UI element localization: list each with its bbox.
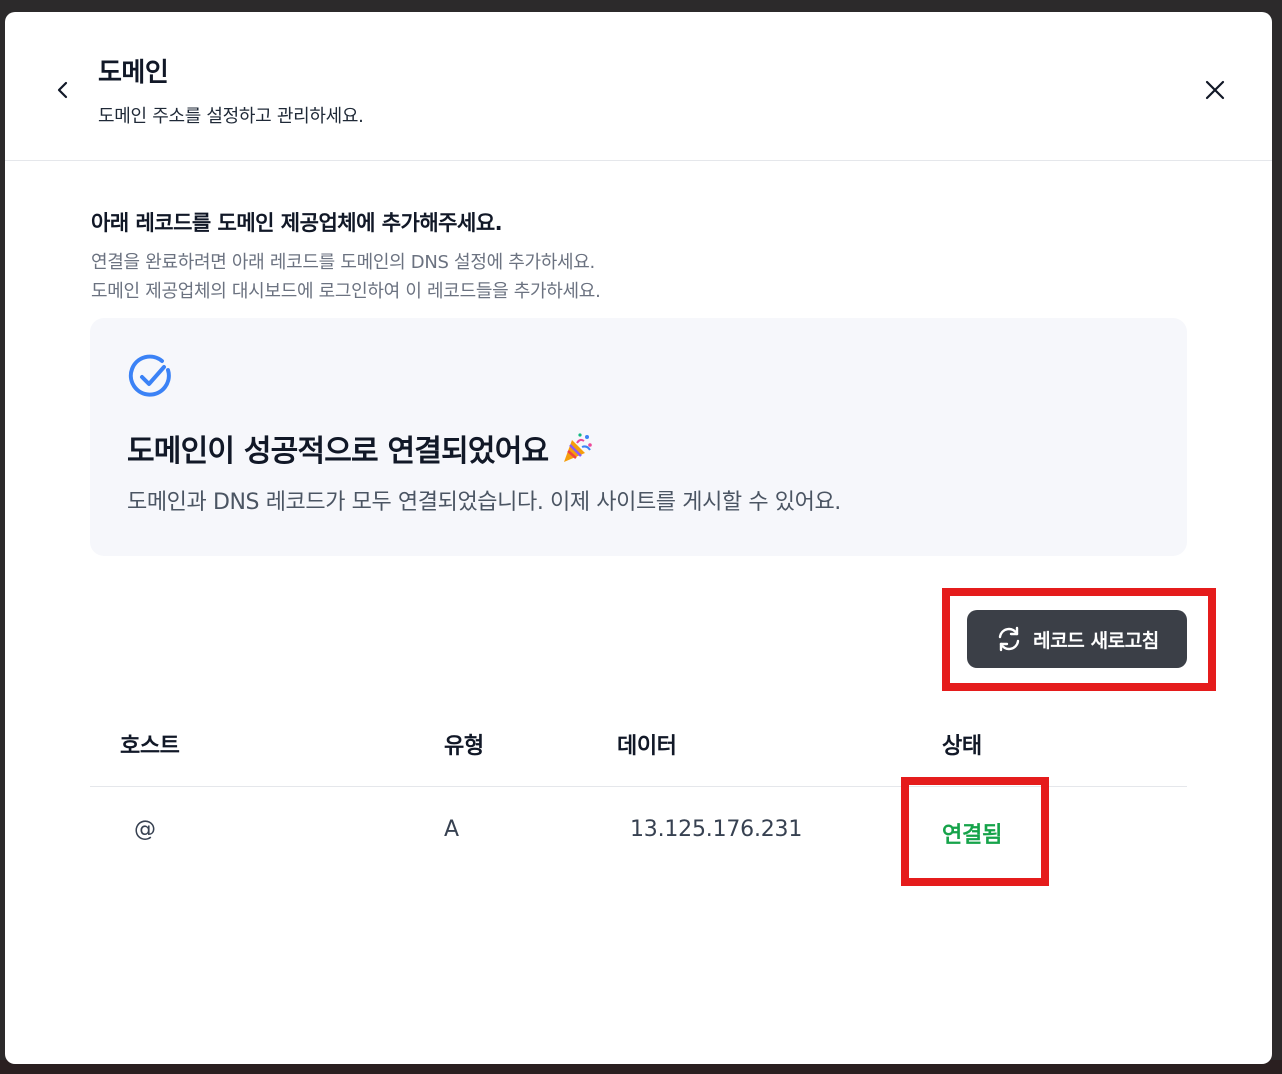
success-title: 도메인이 성공적으로 연결되었어요 <box>127 426 594 470</box>
refresh-records-label: 레코드 새로고침 <box>1033 629 1159 652</box>
refresh-records-button[interactable]: 레코드 새로고침 <box>967 610 1187 668</box>
page-title: 도메인 <box>98 58 169 88</box>
records-table-header: 호스트 유형 데이터 상태 <box>90 712 1187 787</box>
instructions-line-1: 연결을 완료하려면 아래 레코드를 도메인의 DNS 설정에 추가하세요. <box>91 252 595 273</box>
column-header-status: 상태 <box>942 734 982 759</box>
column-header-data: 데이터 <box>617 734 677 759</box>
close-button[interactable] <box>1201 76 1229 104</box>
success-card: 도메인이 성공적으로 연결되었어요 도메인과 DNS 레코드가 모두 연결되었습… <box>90 318 1187 556</box>
instructions-description: 연결을 완료하려면 아래 레코드를 도메인의 DNS 설정에 추가하세요. 도메… <box>91 248 601 306</box>
column-header-host: 호스트 <box>120 734 180 759</box>
record-host: @ <box>134 817 156 842</box>
success-description: 도메인과 DNS 레코드가 모두 연결되었습니다. 이제 사이트를 게시할 수 … <box>127 490 841 515</box>
instructions-title: 아래 레코드를 도메인 제공업체에 추가해주세요. <box>91 211 503 235</box>
check-circle-icon <box>128 354 171 397</box>
chevron-left-icon <box>57 81 68 99</box>
instructions-line-2: 도메인 제공업체의 대시보드에 로그인하여 이 레코드들을 추가하세요. <box>91 281 601 302</box>
record-type: A <box>444 817 459 842</box>
page-subtitle: 도메인 주소를 설정하고 관리하세요. <box>98 106 364 127</box>
refresh-icon <box>998 626 1020 652</box>
party-popper-icon <box>564 433 593 462</box>
success-title-text: 도메인이 성공적으로 연결되었어요 <box>127 434 549 469</box>
status-badge: 연결됨 <box>942 823 1003 848</box>
domain-modal: 도메인 도메인 주소를 설정하고 관리하세요. 아래 레코드를 도메인 제공업체… <box>5 12 1272 1064</box>
close-icon <box>1205 80 1225 100</box>
table-row: @ A 13.125.176.231 연결됨 <box>90 787 1187 877</box>
modal-header: 도메인 도메인 주소를 설정하고 관리하세요. <box>5 12 1272 161</box>
record-data: 13.125.176.231 <box>630 817 803 842</box>
column-header-type: 유형 <box>444 734 484 759</box>
back-button[interactable] <box>49 76 77 104</box>
